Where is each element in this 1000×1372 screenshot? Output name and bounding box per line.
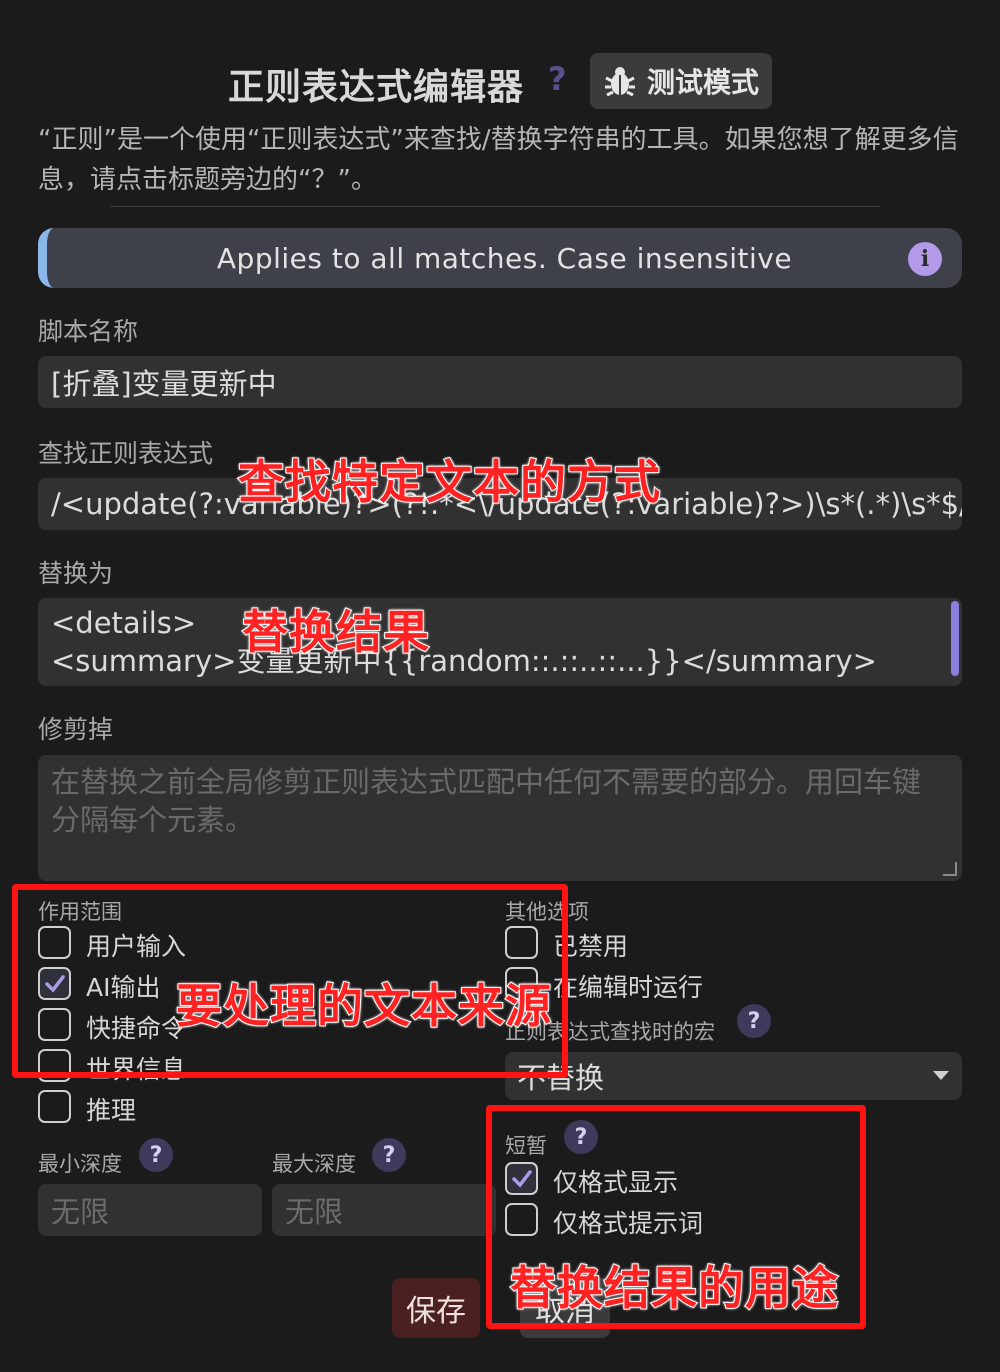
debug-mode-button[interactable]: 测试模式 <box>590 53 772 109</box>
min-depth-label: 最小深度 <box>38 1152 122 1176</box>
macro-help-icon[interactable]: ? <box>737 1004 771 1038</box>
info-banner: Applies to all matches. Case insensitive <box>38 228 962 288</box>
debug-mode-label: 测试模式 <box>646 66 759 99</box>
annotation-ephemeral-note: 替换结果的用途 <box>509 1260 839 1316</box>
min-depth-help-icon[interactable]: ? <box>139 1138 173 1172</box>
max-depth-help-icon[interactable]: ? <box>372 1138 406 1172</box>
scope-reasoning-label: 推理 <box>86 1096 137 1125</box>
info-banner-text: Applies to all matches. Case insensitive <box>216 241 793 275</box>
trim-out-textarea[interactable]: 在替换之前全局修剪正则表达式匹配中任何不需要的部分。用回车键分隔每个元素。 <box>38 755 962 881</box>
replace-line-2: <summary>变量更新中{{random::.::..::...}}</su… <box>51 644 877 678</box>
min-depth-input[interactable]: 无限 <box>38 1184 262 1236</box>
dialog-title: 正则表达式编辑器 <box>228 67 525 108</box>
trim-out-label: 修剪掉 <box>38 715 114 744</box>
annotation-replace-note: 替换结果 <box>241 604 430 660</box>
chevron-down-icon <box>933 1071 949 1080</box>
max-depth-label: 最大深度 <box>272 1152 356 1176</box>
replace-scrollbar[interactable] <box>951 601 959 676</box>
info-icon[interactable]: i <box>908 242 942 276</box>
title-help-icon[interactable]: ? <box>548 60 567 98</box>
macro-select[interactable]: 不替换 <box>505 1052 962 1100</box>
script-name-input[interactable]: [折叠]变量更新中 <box>38 356 962 408</box>
resize-grip-icon[interactable] <box>943 862 957 876</box>
replace-with-label: 替换为 <box>38 559 114 588</box>
replace-line-1: <details> <box>51 606 197 640</box>
dialog-description: “正则”是一个使用“正则表达式”来查找/替换字符串的工具。如果您想了解更多信息，… <box>38 125 959 195</box>
scope-reasoning-checkbox[interactable] <box>38 1090 71 1123</box>
annotation-find-note: 查找特定文本的方式 <box>237 454 661 510</box>
replace-with-textarea[interactable]: <details> <summary>变量更新中{{random::.::..:… <box>38 598 962 686</box>
divider <box>110 206 880 207</box>
save-button[interactable]: 保存 <box>392 1278 480 1338</box>
annotation-scope-note: 要处理的文本来源 <box>175 978 552 1034</box>
run-on-edit-label: 在编辑时运行 <box>553 973 704 1002</box>
script-name-label: 脚本名称 <box>38 317 139 346</box>
max-depth-input[interactable]: 无限 <box>272 1184 496 1236</box>
find-regex-label: 查找正则表达式 <box>38 439 214 468</box>
bug-icon <box>604 67 635 97</box>
